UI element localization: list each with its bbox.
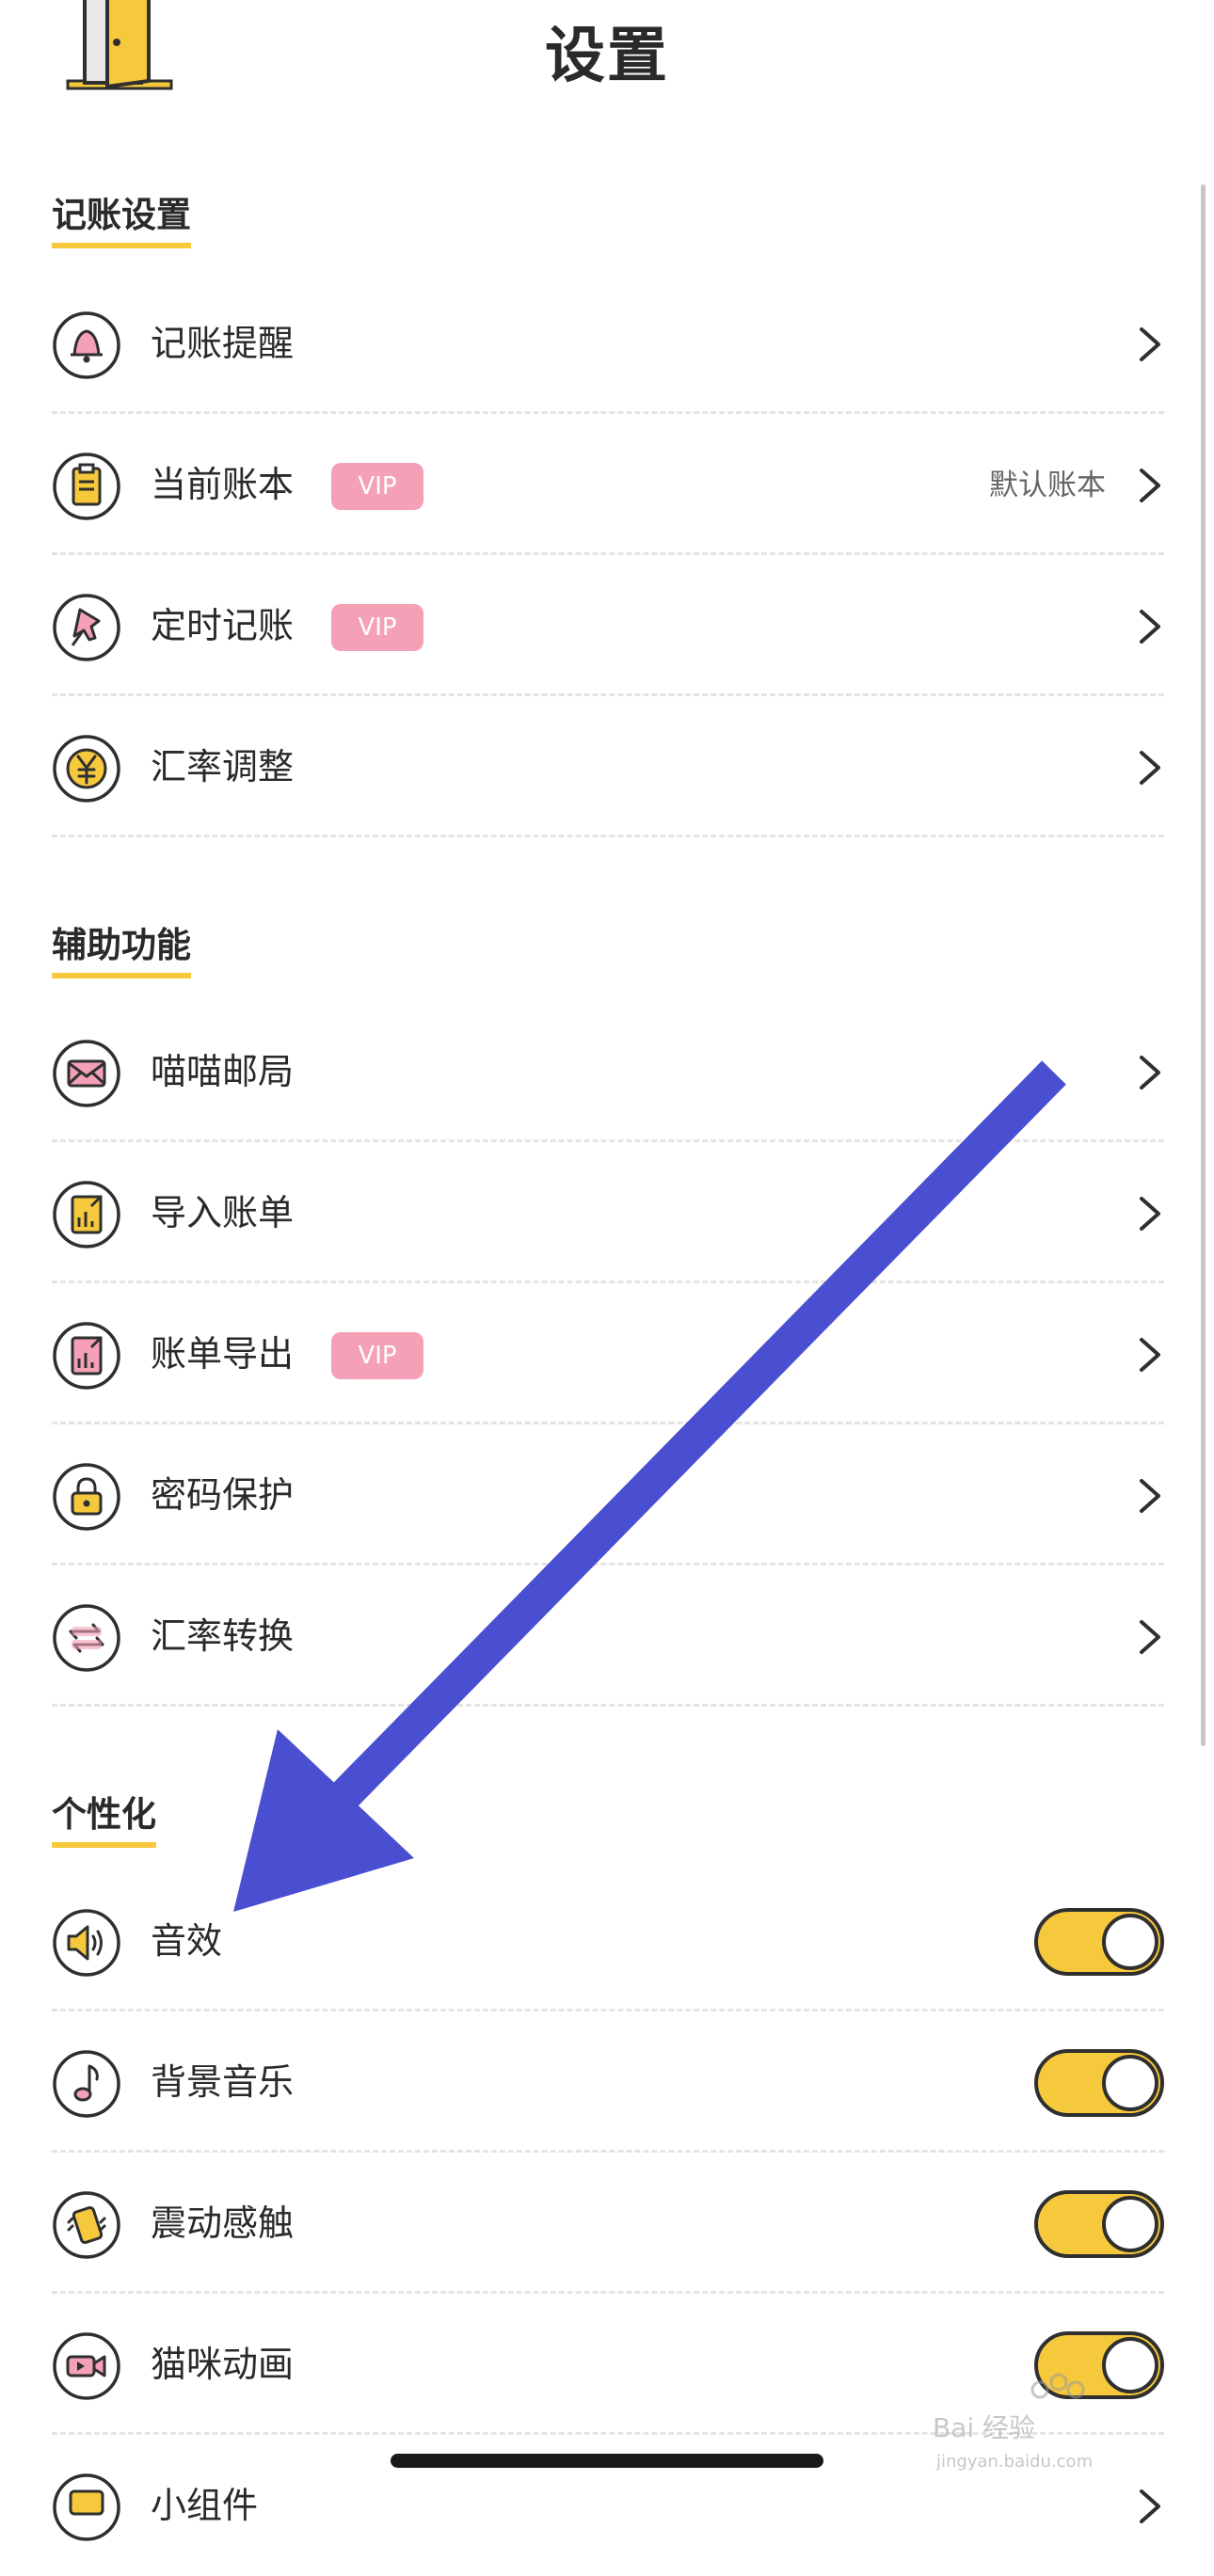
row-export-bills[interactable]: 账单导出 VIP — [52, 1283, 1164, 1424]
pin-icon — [53, 594, 120, 661]
widget-icon — [53, 2473, 120, 2541]
scroll-indicator[interactable] — [1201, 184, 1206, 1746]
chevron-right-icon — [1140, 1056, 1160, 1089]
toggle-knob — [1102, 1914, 1158, 1970]
row-scheduled-bookkeeping[interactable]: 定时记账 VIP — [52, 555, 1164, 696]
vibration-icon — [53, 2191, 120, 2259]
chevron-right-icon — [1140, 1338, 1160, 1372]
yen-icon — [53, 735, 120, 803]
chevron-right-icon — [1140, 1197, 1160, 1231]
vip-badge: VIP — [331, 463, 423, 510]
row-label: 导入账单 — [151, 1192, 295, 1233]
row-import-bills[interactable]: 导入账单 — [52, 1142, 1164, 1283]
haptic-feedback-toggle[interactable] — [1034, 2190, 1164, 2258]
toggle-knob — [1102, 2196, 1158, 2252]
row-label: 汇率转换 — [151, 1615, 295, 1657]
row-mail-office[interactable]: 喵喵邮局 — [52, 1001, 1164, 1142]
vip-badge: VIP — [331, 1332, 423, 1379]
background-music-toggle[interactable] — [1034, 2049, 1164, 2117]
chevron-right-icon — [1140, 751, 1160, 785]
section-title: 个性化 — [52, 1793, 156, 1848]
row-password-protection[interactable]: 密码保护 — [52, 1424, 1164, 1566]
page-title: 设置 — [545, 22, 669, 91]
section-title: 辅助功能 — [52, 924, 191, 978]
export-icon — [53, 1322, 120, 1390]
ledger-icon — [53, 453, 120, 520]
bell-icon — [53, 311, 120, 379]
row-currency-conversion[interactable]: 汇率转换 — [52, 1566, 1164, 1707]
chevron-right-icon — [1140, 327, 1160, 361]
chevron-right-icon — [1140, 1479, 1160, 1513]
vip-badge: VIP — [331, 604, 423, 651]
watermark-text: Bai 经验 — [933, 2412, 1035, 2443]
section-title: 记账设置 — [52, 194, 191, 248]
row-label: 小组件 — [151, 2485, 259, 2526]
row-current-ledger[interactable]: 当前账本 VIP 默认账本 — [52, 414, 1164, 555]
row-label: 背景音乐 — [151, 2061, 295, 2103]
row-exchange-rate-adjust[interactable]: 汇率调整 — [52, 696, 1164, 837]
baidu-watermark-logo: Bai 经验 jingyan.baidu.com — [933, 2373, 1093, 2472]
chevron-right-icon — [1140, 469, 1160, 502]
row-label: 震动感触 — [151, 2202, 295, 2244]
watermark-url: jingyan.baidu.com — [935, 2452, 1093, 2472]
lock-icon — [53, 1463, 120, 1531]
row-label: 记账提醒 — [151, 323, 295, 364]
row-background-music[interactable]: 背景音乐 — [52, 2012, 1164, 2153]
row-label: 汇率调整 — [151, 746, 295, 787]
current-ledger-value: 默认账本 — [989, 469, 1106, 502]
row-label: 喵喵邮局 — [151, 1051, 295, 1092]
row-label: 密码保护 — [151, 1474, 295, 1516]
chevron-right-icon — [1140, 1620, 1160, 1654]
row-label: 音效 — [151, 1920, 223, 1962]
speaker-icon — [53, 1909, 120, 1977]
sound-effects-toggle[interactable] — [1034, 1908, 1164, 1976]
video-icon — [53, 2332, 120, 2400]
chevron-right-icon — [1140, 610, 1160, 644]
row-label: 定时记账 — [151, 605, 295, 646]
row-label: 账单导出 — [151, 1333, 295, 1375]
row-sound-effects[interactable]: 音效 — [52, 1870, 1164, 2012]
row-label: 猫咪动画 — [151, 2344, 295, 2385]
home-indicator[interactable] — [391, 2454, 823, 2468]
toggle-knob — [1102, 2055, 1158, 2111]
mail-icon — [53, 1040, 120, 1107]
exchange-icon — [53, 1604, 120, 1672]
row-reminder[interactable]: 记账提醒 — [52, 273, 1164, 414]
music-note-icon — [53, 2050, 120, 2118]
import-icon — [53, 1181, 120, 1248]
row-label: 当前账本 — [151, 464, 295, 505]
header: 设置 — [0, 0, 1214, 113]
row-haptic-feedback[interactable]: 震动感触 — [52, 2153, 1164, 2294]
